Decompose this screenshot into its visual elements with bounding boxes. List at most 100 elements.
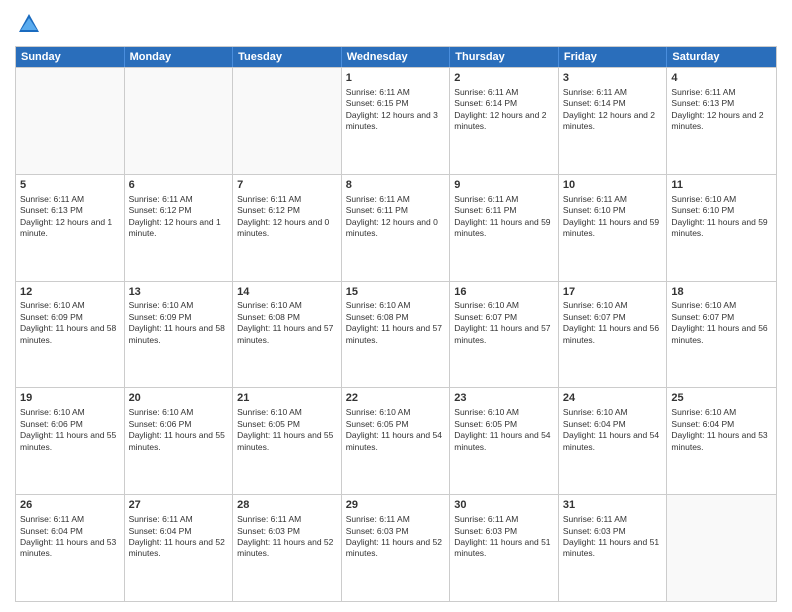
day-number: 6: [129, 178, 229, 193]
calendar-header: SundayMondayTuesdayWednesdayThursdayFrid…: [16, 47, 776, 67]
calendar-cell: 30Sunrise: 6:11 AM Sunset: 6:03 PM Dayli…: [450, 495, 559, 601]
calendar-cell: 17Sunrise: 6:10 AM Sunset: 6:07 PM Dayli…: [559, 282, 668, 388]
cell-info: Sunrise: 6:11 AM Sunset: 6:03 PM Dayligh…: [454, 514, 554, 560]
calendar-cell: 12Sunrise: 6:10 AM Sunset: 6:09 PM Dayli…: [16, 282, 125, 388]
calendar-cell: 26Sunrise: 6:11 AM Sunset: 6:04 PM Dayli…: [16, 495, 125, 601]
calendar-cell: 18Sunrise: 6:10 AM Sunset: 6:07 PM Dayli…: [667, 282, 776, 388]
cell-info: Sunrise: 6:10 AM Sunset: 6:04 PM Dayligh…: [671, 407, 772, 453]
calendar-cell: [125, 68, 234, 174]
calendar-cell: 23Sunrise: 6:10 AM Sunset: 6:05 PM Dayli…: [450, 388, 559, 494]
weekday-header: Saturday: [667, 47, 776, 67]
calendar-cell: [16, 68, 125, 174]
calendar-cell: 14Sunrise: 6:10 AM Sunset: 6:08 PM Dayli…: [233, 282, 342, 388]
cell-info: Sunrise: 6:11 AM Sunset: 6:03 PM Dayligh…: [563, 514, 663, 560]
day-number: 19: [20, 391, 120, 406]
cell-info: Sunrise: 6:11 AM Sunset: 6:11 PM Dayligh…: [346, 194, 446, 240]
calendar-cell: 10Sunrise: 6:11 AM Sunset: 6:10 PM Dayli…: [559, 175, 668, 281]
weekday-header: Wednesday: [342, 47, 451, 67]
calendar-cell: 27Sunrise: 6:11 AM Sunset: 6:04 PM Dayli…: [125, 495, 234, 601]
calendar-cell: 28Sunrise: 6:11 AM Sunset: 6:03 PM Dayli…: [233, 495, 342, 601]
cell-info: Sunrise: 6:10 AM Sunset: 6:07 PM Dayligh…: [454, 300, 554, 346]
cell-info: Sunrise: 6:10 AM Sunset: 6:06 PM Dayligh…: [20, 407, 120, 453]
calendar-cell: 7Sunrise: 6:11 AM Sunset: 6:12 PM Daylig…: [233, 175, 342, 281]
cell-info: Sunrise: 6:10 AM Sunset: 6:10 PM Dayligh…: [671, 194, 772, 240]
weekday-header: Friday: [559, 47, 668, 67]
day-number: 20: [129, 391, 229, 406]
day-number: 28: [237, 498, 337, 513]
cell-info: Sunrise: 6:10 AM Sunset: 6:05 PM Dayligh…: [346, 407, 446, 453]
day-number: 24: [563, 391, 663, 406]
day-number: 25: [671, 391, 772, 406]
calendar-cell: 16Sunrise: 6:10 AM Sunset: 6:07 PM Dayli…: [450, 282, 559, 388]
day-number: 1: [346, 71, 446, 86]
calendar-cell: 5Sunrise: 6:11 AM Sunset: 6:13 PM Daylig…: [16, 175, 125, 281]
day-number: 16: [454, 285, 554, 300]
day-number: 27: [129, 498, 229, 513]
cell-info: Sunrise: 6:10 AM Sunset: 6:08 PM Dayligh…: [237, 300, 337, 346]
cell-info: Sunrise: 6:10 AM Sunset: 6:05 PM Dayligh…: [454, 407, 554, 453]
header: [15, 10, 777, 38]
weekday-header: Monday: [125, 47, 234, 67]
weekday-header: Sunday: [16, 47, 125, 67]
cell-info: Sunrise: 6:10 AM Sunset: 6:08 PM Dayligh…: [346, 300, 446, 346]
cell-info: Sunrise: 6:10 AM Sunset: 6:09 PM Dayligh…: [20, 300, 120, 346]
cell-info: Sunrise: 6:10 AM Sunset: 6:04 PM Dayligh…: [563, 407, 663, 453]
calendar-cell: 29Sunrise: 6:11 AM Sunset: 6:03 PM Dayli…: [342, 495, 451, 601]
cell-info: Sunrise: 6:11 AM Sunset: 6:11 PM Dayligh…: [454, 194, 554, 240]
weekday-header: Thursday: [450, 47, 559, 67]
day-number: 3: [563, 71, 663, 86]
cell-info: Sunrise: 6:11 AM Sunset: 6:12 PM Dayligh…: [237, 194, 337, 240]
day-number: 8: [346, 178, 446, 193]
cell-info: Sunrise: 6:11 AM Sunset: 6:04 PM Dayligh…: [129, 514, 229, 560]
calendar-body: 1Sunrise: 6:11 AM Sunset: 6:15 PM Daylig…: [16, 67, 776, 601]
day-number: 4: [671, 71, 772, 86]
calendar-row: 26Sunrise: 6:11 AM Sunset: 6:04 PM Dayli…: [16, 494, 776, 601]
day-number: 21: [237, 391, 337, 406]
day-number: 9: [454, 178, 554, 193]
cell-info: Sunrise: 6:11 AM Sunset: 6:03 PM Dayligh…: [346, 514, 446, 560]
cell-info: Sunrise: 6:11 AM Sunset: 6:14 PM Dayligh…: [454, 87, 554, 133]
calendar-cell: 2Sunrise: 6:11 AM Sunset: 6:14 PM Daylig…: [450, 68, 559, 174]
calendar-cell: [667, 495, 776, 601]
page: SundayMondayTuesdayWednesdayThursdayFrid…: [0, 0, 792, 612]
day-number: 12: [20, 285, 120, 300]
calendar-cell: 6Sunrise: 6:11 AM Sunset: 6:12 PM Daylig…: [125, 175, 234, 281]
day-number: 15: [346, 285, 446, 300]
day-number: 30: [454, 498, 554, 513]
cell-info: Sunrise: 6:10 AM Sunset: 6:07 PM Dayligh…: [563, 300, 663, 346]
day-number: 18: [671, 285, 772, 300]
calendar-cell: 9Sunrise: 6:11 AM Sunset: 6:11 PM Daylig…: [450, 175, 559, 281]
cell-info: Sunrise: 6:11 AM Sunset: 6:03 PM Dayligh…: [237, 514, 337, 560]
day-number: 31: [563, 498, 663, 513]
day-number: 14: [237, 285, 337, 300]
day-number: 23: [454, 391, 554, 406]
calendar: SundayMondayTuesdayWednesdayThursdayFrid…: [15, 46, 777, 602]
calendar-cell: 20Sunrise: 6:10 AM Sunset: 6:06 PM Dayli…: [125, 388, 234, 494]
cell-info: Sunrise: 6:11 AM Sunset: 6:13 PM Dayligh…: [671, 87, 772, 133]
day-number: 2: [454, 71, 554, 86]
cell-info: Sunrise: 6:11 AM Sunset: 6:12 PM Dayligh…: [129, 194, 229, 240]
day-number: 26: [20, 498, 120, 513]
cell-info: Sunrise: 6:10 AM Sunset: 6:05 PM Dayligh…: [237, 407, 337, 453]
calendar-cell: 21Sunrise: 6:10 AM Sunset: 6:05 PM Dayli…: [233, 388, 342, 494]
calendar-cell: 3Sunrise: 6:11 AM Sunset: 6:14 PM Daylig…: [559, 68, 668, 174]
cell-info: Sunrise: 6:10 AM Sunset: 6:06 PM Dayligh…: [129, 407, 229, 453]
day-number: 5: [20, 178, 120, 193]
calendar-cell: 31Sunrise: 6:11 AM Sunset: 6:03 PM Dayli…: [559, 495, 668, 601]
calendar-cell: 11Sunrise: 6:10 AM Sunset: 6:10 PM Dayli…: [667, 175, 776, 281]
day-number: 10: [563, 178, 663, 193]
calendar-row: 5Sunrise: 6:11 AM Sunset: 6:13 PM Daylig…: [16, 174, 776, 281]
weekday-header: Tuesday: [233, 47, 342, 67]
cell-info: Sunrise: 6:11 AM Sunset: 6:04 PM Dayligh…: [20, 514, 120, 560]
logo: [15, 10, 47, 38]
calendar-cell: 15Sunrise: 6:10 AM Sunset: 6:08 PM Dayli…: [342, 282, 451, 388]
calendar-cell: [233, 68, 342, 174]
calendar-cell: 13Sunrise: 6:10 AM Sunset: 6:09 PM Dayli…: [125, 282, 234, 388]
day-number: 7: [237, 178, 337, 193]
calendar-cell: 1Sunrise: 6:11 AM Sunset: 6:15 PM Daylig…: [342, 68, 451, 174]
cell-info: Sunrise: 6:11 AM Sunset: 6:15 PM Dayligh…: [346, 87, 446, 133]
calendar-cell: 24Sunrise: 6:10 AM Sunset: 6:04 PM Dayli…: [559, 388, 668, 494]
day-number: 22: [346, 391, 446, 406]
calendar-row: 12Sunrise: 6:10 AM Sunset: 6:09 PM Dayli…: [16, 281, 776, 388]
cell-info: Sunrise: 6:10 AM Sunset: 6:07 PM Dayligh…: [671, 300, 772, 346]
